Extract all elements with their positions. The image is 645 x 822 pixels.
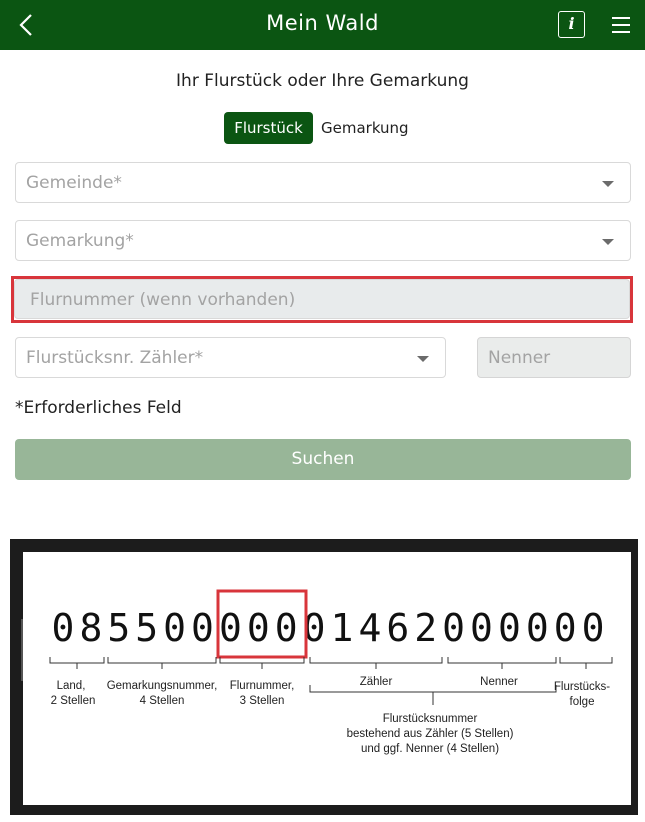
figure-digit: 0	[52, 606, 75, 650]
chevron-down-icon	[417, 356, 429, 362]
figure-digit: 0	[191, 606, 214, 650]
figure-digit: 5	[107, 606, 130, 650]
label-gemarkung-1: Gemarkungsnummer,	[107, 680, 218, 692]
page-title: Mein Wald	[266, 11, 379, 35]
hamburger-menu-icon[interactable]	[610, 15, 632, 35]
figure-digit: 0	[219, 606, 242, 650]
gemeinde-placeholder: Gemeinde*	[26, 173, 122, 193]
brace-flurnummer	[219, 657, 305, 669]
gemeinde-select[interactable]: Gemeinde*	[15, 162, 631, 203]
nenner-input[interactable]: Nenner	[477, 337, 631, 378]
label-folge-2: folge	[570, 696, 595, 708]
figure-digit: 0	[163, 606, 186, 650]
brace-folge	[559, 657, 613, 669]
form-subtitle: Ihr Flurstück oder Ihre Gemarkung	[176, 71, 469, 91]
label-flurstueck-2: bestehend aus Zähler (5 Stellen)	[347, 728, 514, 740]
brace-zaehler	[309, 657, 443, 669]
label-zaehler: Zähler	[360, 676, 393, 688]
flurstueck-number-figure: 08550000001462000000 Land, 2 Stellen Gem…	[10, 539, 638, 815]
nenner-placeholder: Nenner	[488, 348, 551, 368]
brace-land	[49, 657, 105, 669]
label-folge-1: Flurstücks-	[554, 681, 610, 693]
app-header: Mein Wald i	[0, 0, 645, 50]
brace-gemarkung	[107, 657, 217, 669]
figure-digit: 0	[275, 606, 298, 650]
required-note: *Erforderliches Feld	[15, 398, 182, 418]
gemarkung-select[interactable]: Gemarkung*	[15, 220, 631, 261]
chevron-down-icon	[602, 239, 614, 245]
toggle-gemarkung[interactable]: Gemarkung	[321, 112, 409, 144]
label-land-2: 2 Stellen	[51, 695, 96, 707]
figure-digit: 0	[470, 606, 493, 650]
label-gemarkung-2: 4 Stellen	[140, 695, 185, 707]
figure-digit: 5	[135, 606, 158, 650]
info-icon[interactable]: i	[558, 11, 585, 38]
figure-diagram: 08550000001462000000 Land, 2 Stellen Gem…	[49, 589, 613, 755]
zaehler-placeholder: Flurstücksnr. Zähler*	[26, 348, 204, 368]
chevron-down-icon	[602, 181, 614, 187]
zaehler-select[interactable]: Flurstücksnr. Zähler*	[15, 337, 446, 378]
label-land-1: Land,	[57, 680, 86, 692]
label-flurstueck-1: Flurstücksnummer	[383, 713, 478, 725]
search-button[interactable]: Suchen	[15, 439, 631, 480]
brace-nenner	[447, 657, 557, 669]
figure-digit: 0	[498, 606, 521, 650]
label-flurstueck-3: und ggf. Nenner (4 Stellen)	[361, 743, 499, 755]
toggle-flurstueck[interactable]: Flurstück	[224, 112, 313, 144]
gemarkung-placeholder: Gemarkung*	[26, 231, 134, 251]
flurnummer-highlight	[11, 276, 633, 323]
figure-digit: 0	[526, 606, 549, 650]
figure-digit: 0	[582, 606, 605, 650]
label-flurnummer-2: 3 Stellen	[240, 695, 285, 707]
figure-digit: 0	[247, 606, 270, 650]
figure-digit: 0	[554, 606, 577, 650]
label-nenner: Nenner	[480, 676, 518, 688]
brace-flurstueck	[309, 685, 557, 705]
label-flurnummer-1: Flurnummer,	[230, 680, 295, 692]
figure-digit: 2	[414, 606, 437, 650]
figure-digit: 0	[442, 606, 465, 650]
figure-digit: 4	[358, 606, 381, 650]
figure-digit: 1	[331, 606, 354, 650]
figure-digit: 6	[386, 606, 409, 650]
figure-digit: 8	[79, 606, 102, 650]
